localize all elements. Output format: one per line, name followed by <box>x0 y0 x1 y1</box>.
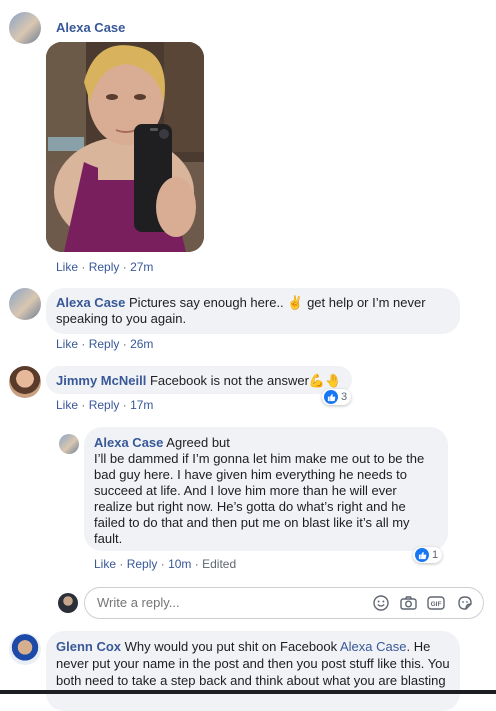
like-link[interactable]: Like <box>56 337 78 351</box>
camera-icon[interactable] <box>399 594 417 612</box>
reply-link[interactable]: Reply <box>89 260 120 274</box>
reply-input-box[interactable]: GIF <box>84 587 484 619</box>
avatar[interactable] <box>9 288 41 320</box>
reply-link[interactable]: Reply <box>89 398 120 412</box>
mention-link[interactable]: Alexa Case <box>340 639 406 654</box>
timestamp[interactable]: 26m <box>130 337 153 351</box>
comment-author[interactable]: Alexa Case <box>56 295 125 310</box>
comment-text: speaking to you again. <box>56 311 187 326</box>
avatar[interactable] <box>59 434 79 454</box>
comment-body: I’ll be dammed if I’m gonna let him make… <box>94 451 425 546</box>
comment-actions: Like · Reply · 17m <box>56 398 154 412</box>
avatar[interactable] <box>9 366 41 398</box>
comment-text: Agreed but <box>166 435 230 450</box>
avatar[interactable] <box>9 633 41 665</box>
sticker-icon[interactable] <box>456 594 474 612</box>
reply-bubble: Alexa Case Agreed but I’ll be dammed if … <box>84 427 448 551</box>
timestamp[interactable]: 27m <box>130 260 153 274</box>
reply-actions: Like · Reply · 10m · Edited <box>94 557 237 571</box>
timestamp[interactable]: 17m <box>130 398 153 412</box>
bottom-edge <box>0 690 496 694</box>
comment-bubble: Glenn Cox Why would you put shit on Face… <box>46 631 460 711</box>
emoji-icon[interactable] <box>372 594 390 612</box>
comment-actions: Like · Reply · 26m <box>56 337 154 351</box>
current-user-avatar <box>58 593 78 613</box>
avatar[interactable] <box>9 12 41 44</box>
comment-bubble: Jimmy McNeill Facebook is not the answer… <box>46 366 352 394</box>
reply-input[interactable] <box>95 594 359 611</box>
reply-link[interactable]: Reply <box>89 337 120 351</box>
comment-author[interactable]: Alexa Case <box>56 20 125 35</box>
like-link[interactable]: Like <box>56 260 78 274</box>
comment-photo[interactable] <box>46 42 204 252</box>
edited-label[interactable]: Edited <box>202 557 236 571</box>
reply-link[interactable]: Reply <box>127 557 158 571</box>
like-reaction-icon <box>324 390 338 404</box>
timestamp[interactable]: 10m <box>168 557 191 571</box>
comment-text: Facebook is not the answer💪🤚 <box>149 373 342 388</box>
comment-text: Pictures say enough here.. ✌ get help or… <box>129 295 426 310</box>
gif-icon[interactable]: GIF <box>427 594 445 612</box>
comment-bubble: Alexa Case Pictures say enough here.. ✌ … <box>46 288 460 334</box>
comment-author[interactable]: Alexa Case <box>94 435 163 450</box>
reaction-count[interactable]: 1 <box>413 547 443 563</box>
like-link[interactable]: Like <box>56 398 78 412</box>
comment-author[interactable]: Jimmy McNeill <box>56 373 146 388</box>
comment-author[interactable]: Glenn Cox <box>56 639 121 654</box>
comment-actions: Like · Reply · 27m <box>56 260 154 274</box>
reaction-count[interactable]: 3 <box>322 389 352 405</box>
comment-text: both need to take a step back and think … <box>56 673 446 688</box>
like-link[interactable]: Like <box>94 557 116 571</box>
comment-text: never put your name in the post and then… <box>56 656 450 671</box>
svg-text:GIF: GIF <box>431 601 442 608</box>
like-reaction-icon <box>415 548 429 562</box>
